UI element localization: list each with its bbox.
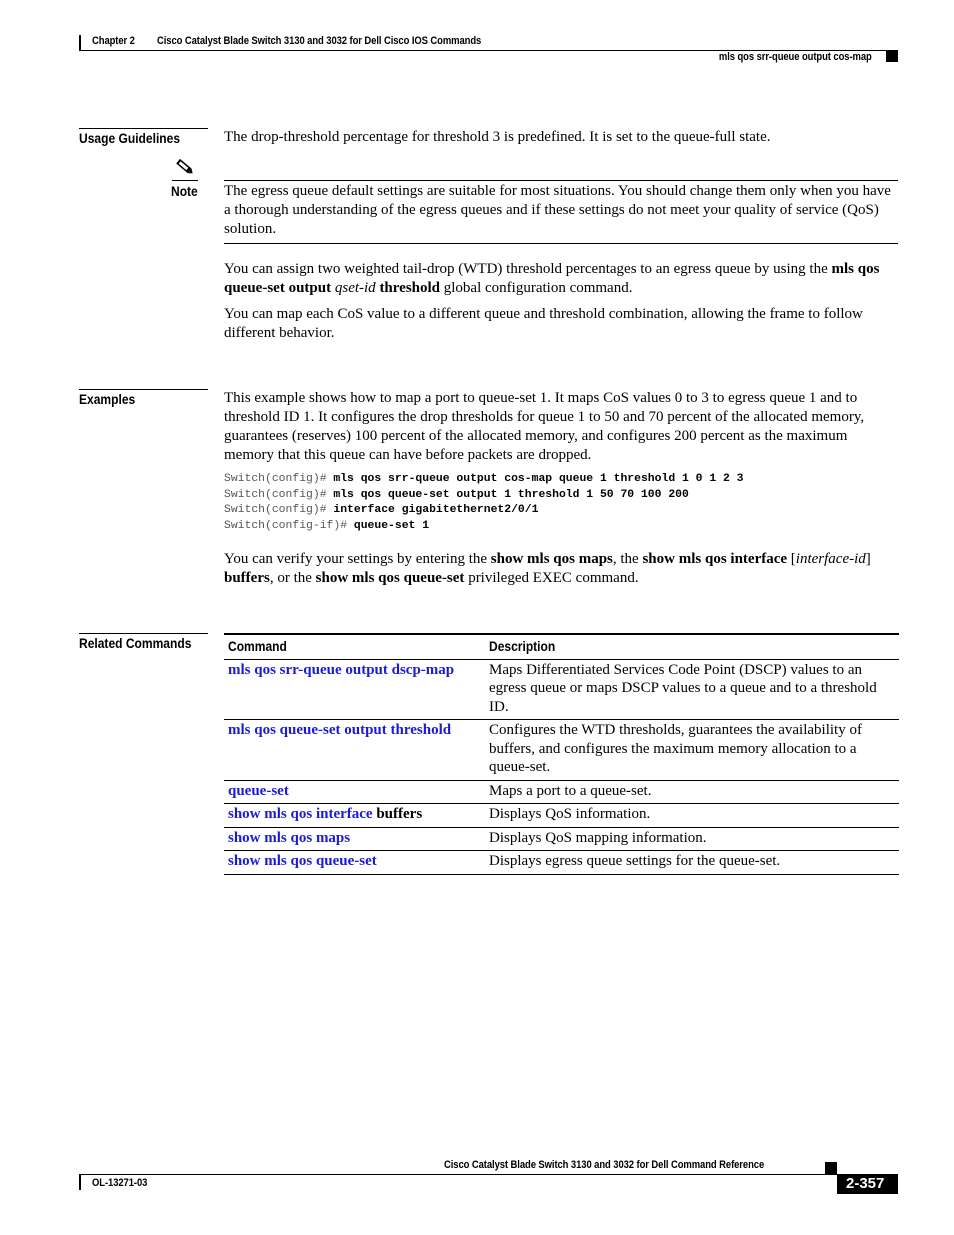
page-number-box: 2-357 xyxy=(837,1174,898,1194)
command-keyword: show mls qos interface xyxy=(642,551,788,567)
text-run: [ xyxy=(787,551,796,567)
command-link[interactable]: mls qos queue-set output threshold xyxy=(228,722,451,738)
description-cell: Maps Differentiated Services Code Point … xyxy=(485,659,899,720)
usage-guidelines-rule xyxy=(79,128,208,129)
command-keyword: show mls qos maps xyxy=(490,551,613,567)
column-header-description: Description xyxy=(485,633,899,660)
usage-guidelines-intro: The drop-threshold percentage for thresh… xyxy=(224,129,771,145)
related-commands-label: Related Commands xyxy=(79,635,192,651)
code-line: Switch(config)# mls qos srr-queue output… xyxy=(224,472,744,488)
code-line: Switch(config)# mls qos queue-set output… xyxy=(224,488,744,504)
footer-left-bar xyxy=(79,1174,81,1190)
column-header-text: Command xyxy=(228,638,287,654)
command-link[interactable]: show mls qos interface xyxy=(228,806,373,822)
text-run: , the xyxy=(612,551,643,567)
code-prompt: Switch(config-if)# xyxy=(224,519,354,532)
header-marker-block xyxy=(886,50,898,62)
text-run: , or the xyxy=(269,570,316,586)
description-cell: Configures the WTD thresholds, guarantee… xyxy=(485,719,899,781)
examples-label: Examples xyxy=(79,391,136,407)
note-bottom-rule xyxy=(224,243,898,244)
text-run: You can assign two weighted tail-drop (W… xyxy=(224,261,832,277)
command-link[interactable]: show mls qos queue-set xyxy=(228,853,377,869)
note-icon-rule xyxy=(172,180,198,181)
command-cell: show mls qos interface buffers xyxy=(224,803,485,828)
command-suffix: buffers xyxy=(372,806,423,822)
table-row: show mls qos maps Displays QoS mapping i… xyxy=(224,827,899,851)
note-top-rule xyxy=(224,180,898,181)
command-cell: show mls qos queue-set xyxy=(224,850,485,875)
code-command: mls qos srr-queue output cos-map queue 1… xyxy=(333,473,744,485)
examples-rule xyxy=(79,389,208,390)
text-run: You can verify your settings by entering… xyxy=(224,551,491,567)
command-argument: qset-id xyxy=(334,280,376,296)
column-header-command: Command xyxy=(224,633,485,660)
text-run: privileged EXEC command. xyxy=(464,570,639,586)
command-keyword: threshold xyxy=(379,280,441,296)
command-link[interactable]: queue-set xyxy=(228,783,289,799)
table-header-row: Command Description xyxy=(224,633,899,660)
footer-book-title: Cisco Catalyst Blade Switch 3130 and 303… xyxy=(444,1159,765,1171)
header-chapter-title: Cisco Catalyst Blade Switch 3130 and 303… xyxy=(157,35,482,47)
command-keyword: show mls qos queue-set xyxy=(315,570,465,586)
command-cell: show mls qos maps xyxy=(224,827,485,851)
examples-verify: You can verify your settings by entering… xyxy=(224,550,900,588)
table-row: show mls qos queue-set Displays egress q… xyxy=(224,850,899,875)
footer-doc-number: OL-13271-03 xyxy=(92,1177,148,1189)
page-number: 2-357 xyxy=(846,1175,885,1192)
command-cell: mls qos srr-queue output dscp-map xyxy=(224,659,485,720)
table-row: show mls qos interface buffers Displays … xyxy=(224,803,899,828)
description-cell: Maps a port to a queue-set. xyxy=(485,780,899,804)
related-commands-rule xyxy=(79,633,208,634)
note-label: Note xyxy=(171,183,198,199)
examples-intro: This example shows how to map a port to … xyxy=(224,390,865,463)
command-link[interactable]: show mls qos maps xyxy=(228,830,350,846)
description-cell: Displays egress queue settings for the q… xyxy=(485,850,899,875)
note-text: The egress queue default settings are su… xyxy=(224,183,891,237)
column-header-text: Description xyxy=(489,638,556,654)
code-prompt: Switch(config)# xyxy=(224,473,334,485)
table-row: mls qos srr-queue output dscp-map Maps D… xyxy=(224,659,899,720)
code-line: Switch(config)# interface gigabitetherne… xyxy=(224,503,744,519)
related-commands-table: Command Description mls qos srr-queue ou… xyxy=(224,633,899,875)
code-command: mls qos queue-set output 1 threshold 1 5… xyxy=(333,488,689,501)
table-row: queue-set Maps a port to a queue-set. xyxy=(224,780,899,804)
command-cell: queue-set xyxy=(224,780,485,804)
header-left-bar xyxy=(79,35,81,51)
table-row: mls qos queue-set output threshold Confi… xyxy=(224,719,899,781)
usage-guidelines-label: Usage Guidelines xyxy=(79,130,181,146)
footer-rule xyxy=(79,1174,898,1175)
code-block: Switch(config)# mls qos srr-queue output… xyxy=(224,472,744,534)
code-line: Switch(config-if)# queue-set 1 xyxy=(224,519,744,535)
header-chapter: Chapter 2 xyxy=(92,35,135,47)
text-run: global configuration command. xyxy=(440,280,633,296)
command-keyword: buffers xyxy=(224,570,270,586)
usage-para-wtd: You can assign two weighted tail-drop (W… xyxy=(224,260,900,298)
code-command: queue-set 1 xyxy=(353,519,430,532)
usage-para-cos: You can map each CoS value to a differen… xyxy=(224,306,863,341)
description-cell: Displays QoS mapping information. xyxy=(485,827,899,851)
pencil-note-icon xyxy=(174,157,196,177)
command-cell: mls qos queue-set output threshold xyxy=(224,719,485,781)
command-argument: interface-id xyxy=(795,551,866,567)
header-command-name: mls qos srr-queue output cos-map xyxy=(719,51,872,63)
text-run: ] xyxy=(865,551,871,567)
code-prompt: Switch(config)# xyxy=(224,488,334,501)
code-command: interface gigabitethernet2/0/1 xyxy=(333,504,539,517)
description-cell: Displays QoS information. xyxy=(485,803,899,828)
command-link[interactable]: mls qos srr-queue output dscp-map xyxy=(228,662,454,678)
code-prompt: Switch(config)# xyxy=(224,504,334,517)
